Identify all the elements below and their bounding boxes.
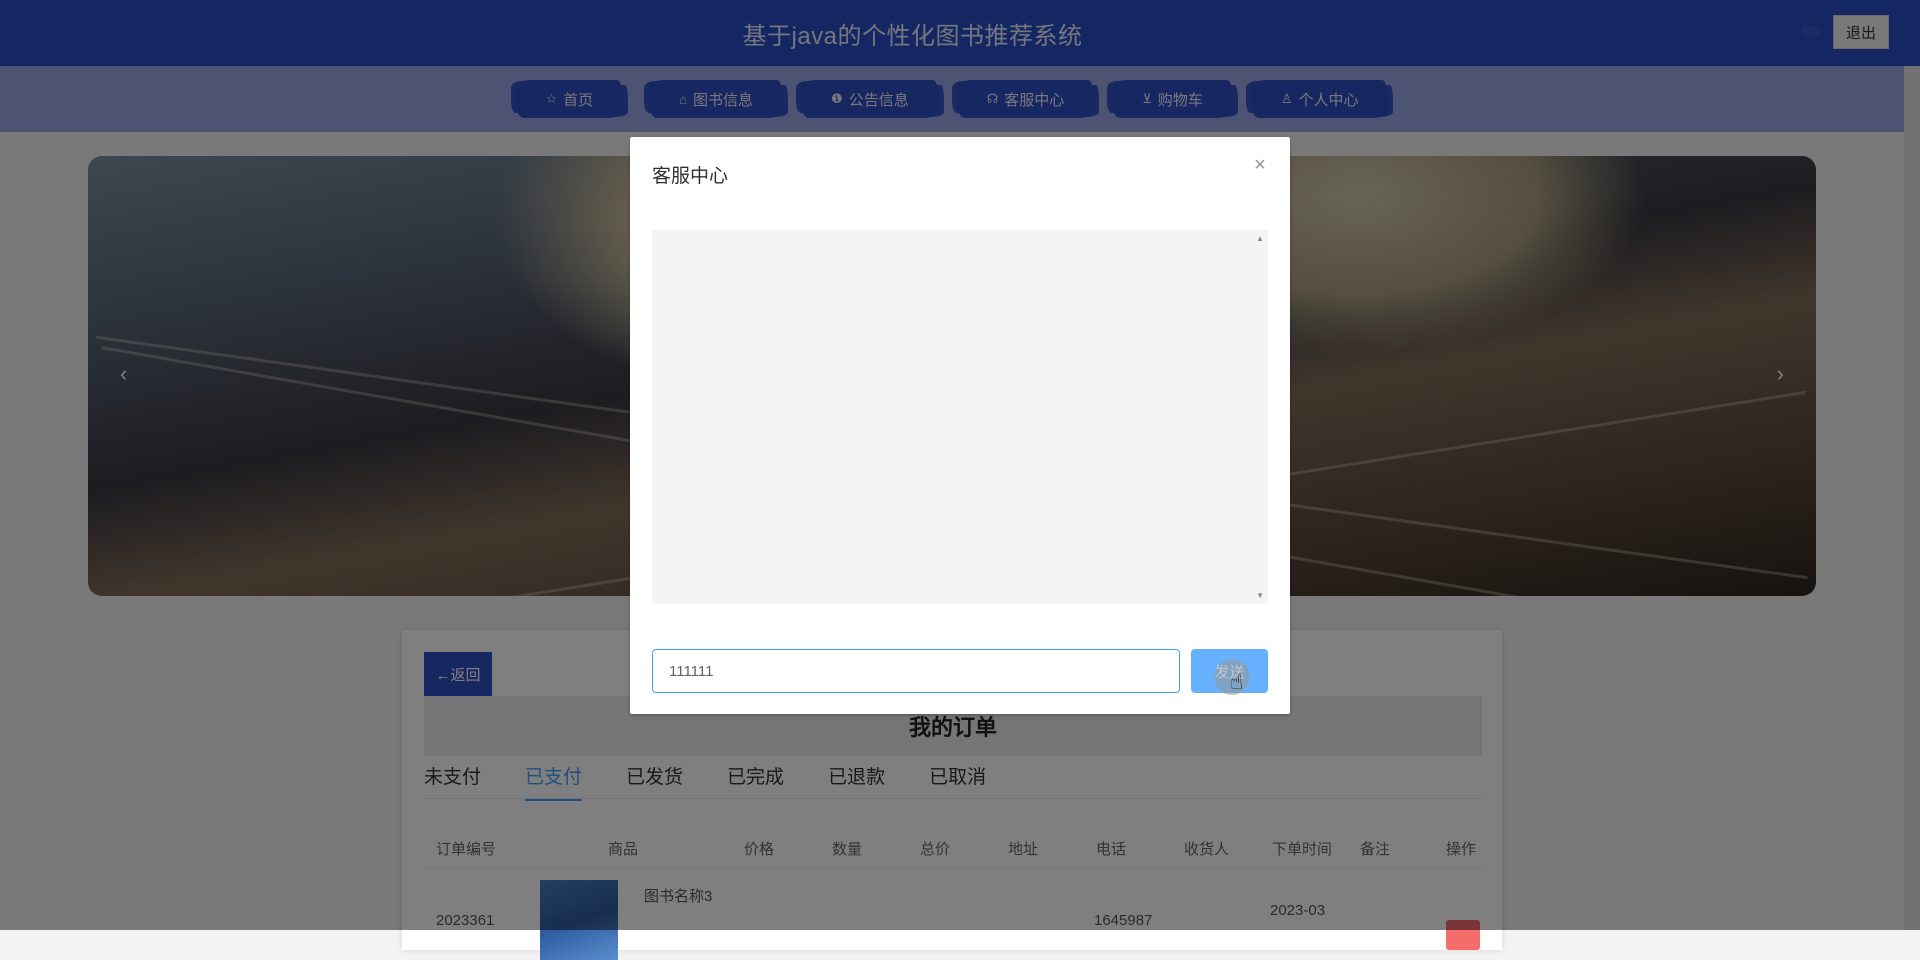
customer-service-dialog: 客服中心 × ▲ ▼ 发送 ☝ — [630, 137, 1290, 714]
chat-message-area[interactable]: ▲ ▼ — [652, 230, 1268, 604]
scroll-up-icon[interactable]: ▲ — [1256, 234, 1264, 243]
hand-cursor-icon: ☝ — [1230, 669, 1244, 694]
close-icon[interactable]: × — [1250, 155, 1270, 175]
scroll-down-icon[interactable]: ▼ — [1256, 591, 1264, 600]
dialog-title: 客服中心 — [652, 166, 729, 187]
message-input[interactable] — [652, 649, 1180, 693]
